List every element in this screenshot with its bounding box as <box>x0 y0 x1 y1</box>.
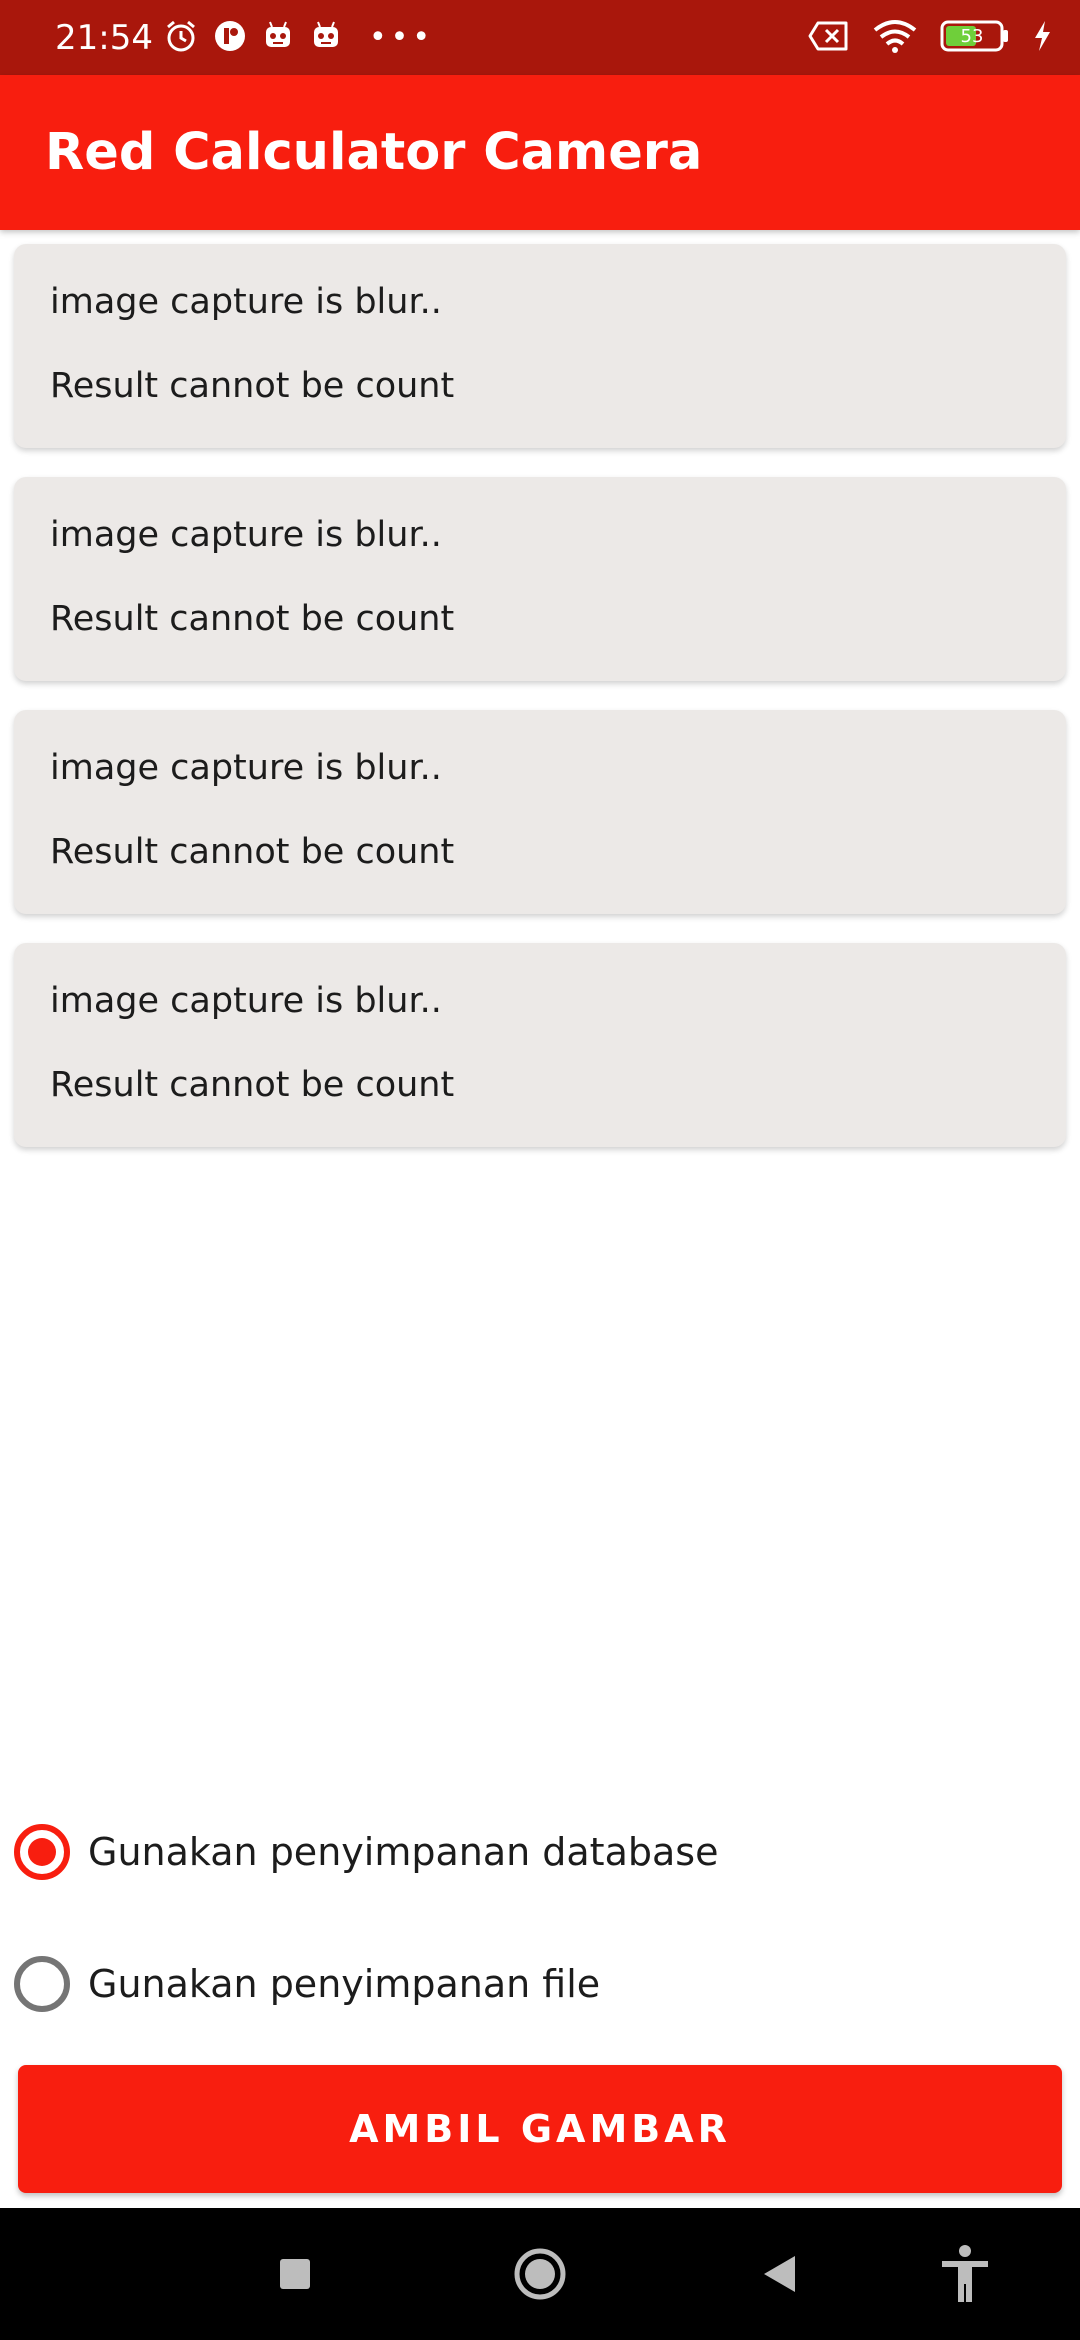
robot-icon <box>309 19 343 57</box>
result-count-text: Result cannot be count <box>50 832 455 872</box>
take-picture-button[interactable]: AMBIL GAMBAR <box>18 2065 1062 2193</box>
status-bar: 21:54 ••• 53 <box>0 0 1080 75</box>
result-card: image capture is blur.. Result cannot be… <box>14 710 1066 914</box>
app-bar: Red Calculator Camera <box>0 75 1080 230</box>
app-title: Red Calculator Camera <box>45 123 703 182</box>
more-dots-icon: ••• <box>368 19 435 55</box>
radio-label-database[interactable]: Gunakan penyimpanan database <box>88 1830 718 1874</box>
charging-icon <box>1032 20 1052 56</box>
result-card: image capture is blur.. Result cannot be… <box>14 943 1066 1147</box>
home-circle-icon <box>514 2248 566 2300</box>
result-card: image capture is blur.. Result cannot be… <box>14 477 1066 681</box>
alarm-icon <box>163 18 199 58</box>
result-status-text: image capture is blur.. <box>50 515 442 555</box>
battery-level: 53 <box>961 26 984 47</box>
home-button[interactable] <box>505 2208 575 2340</box>
back-triangle-icon <box>764 2256 795 2292</box>
result-count-text: Result cannot be count <box>50 599 455 639</box>
navigation-bar <box>0 2208 1080 2340</box>
result-count-text: Result cannot be count <box>50 1065 455 1105</box>
recents-square-icon <box>280 2259 310 2289</box>
status-system-icons: 53 <box>808 18 1052 58</box>
recents-button[interactable] <box>260 2208 330 2340</box>
radio-database-storage[interactable]: Gunakan penyimpanan database <box>14 1812 718 1892</box>
result-status-text: image capture is blur.. <box>50 282 442 322</box>
accessibility-button[interactable] <box>930 2208 1000 2340</box>
result-status-text: image capture is blur.. <box>50 748 442 788</box>
result-count-text: Result cannot be count <box>50 366 455 406</box>
result-status-text: image capture is blur.. <box>50 981 442 1021</box>
status-time: 21:54 <box>55 17 153 58</box>
radio-label-file[interactable]: Gunakan penyimpanan file <box>88 1962 600 2006</box>
app-notification-icon <box>213 19 247 57</box>
back-button[interactable] <box>745 2208 815 2340</box>
no-sim-icon <box>808 20 850 56</box>
robot-icon <box>261 19 295 57</box>
accessibility-icon <box>942 2245 988 2302</box>
radio-unchecked-icon[interactable] <box>14 1956 70 2012</box>
result-card: image capture is blur.. Result cannot be… <box>14 244 1066 448</box>
status-notification-icons: ••• <box>163 18 434 58</box>
radio-file-storage[interactable]: Gunakan penyimpanan file <box>14 1944 600 2024</box>
wifi-icon <box>872 18 918 58</box>
battery-icon: 53 <box>940 19 1010 57</box>
radio-checked-icon[interactable] <box>14 1824 70 1880</box>
